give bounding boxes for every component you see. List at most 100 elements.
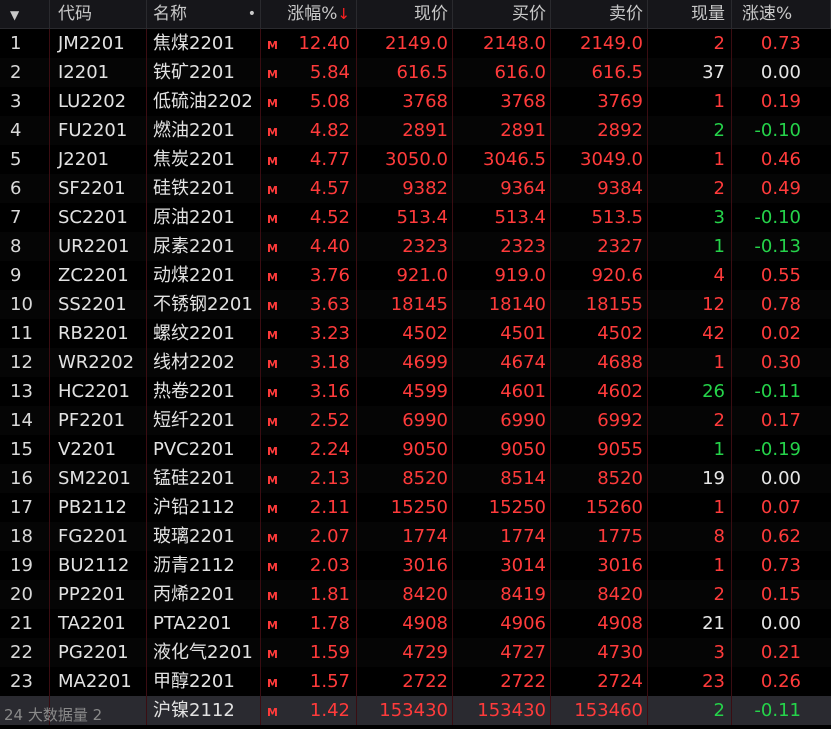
table-row[interactable]: 4 FU2201 燃油2201 M 4.82 2891 2891 2892 2 -0.10: [0, 116, 831, 145]
sort-desc-icon: ↓: [337, 5, 350, 23]
column-header-volume[interactable]: 现量: [648, 0, 732, 28]
table-row[interactable]: 12 WR2202 线材2202 M 3.18 4699 4674 4688 1 0.30: [0, 348, 831, 377]
table-row[interactable]: 14 PF2201 短纤2201 M 2.52 6990 6990 6992 2 0.17: [0, 406, 831, 435]
contract-code: SF2201: [50, 174, 147, 203]
column-header-speed[interactable]: 涨速%: [732, 0, 831, 28]
row-index: 20: [0, 580, 50, 609]
contract-name: 硅铁2201: [147, 174, 261, 203]
table-row[interactable]: 16 SM2201 锰硅2201 M 2.13 8520 8514 8520 19 0.00: [0, 464, 831, 493]
table-row[interactable]: 6 SF2201 硅铁2201 M 4.57 9382 9364 9384 2 0.49: [0, 174, 831, 203]
table-row[interactable]: 2 I2201 铁矿2201 M 5.84 616.5 616.0 616.5 37 0.00: [0, 58, 831, 87]
table-row[interactable]: 7 SC2201 原油2201 M 4.52 513.4 513.4 513.5 3 -0.10: [0, 203, 831, 232]
contract-code: TA2201: [50, 609, 147, 638]
margin-flag-icon: M: [267, 532, 278, 545]
table-row[interactable]: 15 V2201 PVC2201 M 2.24 9050 9050 9055 1 -0.19: [0, 435, 831, 464]
table-row[interactable]: 9 ZC2201 动煤2201 M 3.76 921.0 919.0 920.6 4 0.55: [0, 261, 831, 290]
contract-name: 低硫油2202: [147, 87, 261, 116]
change-pct: M 1.59: [261, 638, 357, 667]
column-header-code[interactable]: 代码: [50, 0, 147, 28]
ask-price: 513.5: [551, 203, 648, 232]
table-row[interactable]: 8 UR2201 尿素2201 M 4.40 2323 2323 2327 1 -0.13: [0, 232, 831, 261]
change-speed: 0.19: [760, 91, 801, 112]
ask-price: 4688: [551, 348, 648, 377]
table-row[interactable]: 13 HC2201 热卷2201 M 3.16 4599 4601 4602 26 -0.11: [0, 377, 831, 406]
change-pct-value: 1.78: [309, 613, 350, 634]
ask-price: 9384: [551, 174, 648, 203]
contract-code: RB2201: [50, 319, 147, 348]
ask-price: 8520: [551, 464, 648, 493]
table-row[interactable]: 18 FG2201 玻璃2201 M 2.07 1774 1774 1775 8 0.62: [0, 522, 831, 551]
table-row[interactable]: 23 MA2201 甲醇2201 M 1.57 2722 2722 2724 23 0.26: [0, 667, 831, 696]
column-header-bid[interactable]: 买价: [453, 0, 551, 28]
ask-price: 4602: [551, 377, 648, 406]
bid-price: 919.0: [453, 261, 551, 290]
bid-price: 3768: [453, 87, 551, 116]
change-pct: M 2.03: [261, 551, 357, 580]
column-header-ask[interactable]: 卖价: [551, 0, 648, 28]
last-price: 9382: [357, 174, 453, 203]
contract-code: SS2201: [50, 290, 147, 319]
margin-flag-icon: M: [267, 97, 278, 110]
change-speed: 0.00: [760, 62, 801, 83]
margin-flag-icon: M: [267, 590, 278, 603]
row-index: 4: [0, 116, 50, 145]
margin-flag-icon: M: [267, 68, 278, 81]
ask-price: 2892: [551, 116, 648, 145]
row-index: 5: [0, 145, 50, 174]
contract-name: 甲醇2201: [147, 667, 261, 696]
contract-code: WR2202: [50, 348, 147, 377]
row-index: 7: [0, 203, 50, 232]
bid-price: 18140: [453, 290, 551, 319]
change-pct: M 3.76: [261, 261, 357, 290]
table-row[interactable]: 11 RB2201 螺纹2201 M 3.23 4502 4501 4502 42 0.02: [0, 319, 831, 348]
table-row[interactable]: 1 JM2201 焦煤2201 M 12.40 2149.0 2148.0 2149.0 2 0.…: [0, 29, 831, 58]
ask-price: 3049.0: [551, 145, 648, 174]
volume: 2: [648, 580, 732, 609]
column-header-name[interactable]: 名称 •: [147, 0, 261, 28]
last-price: 8420: [357, 580, 453, 609]
table-row[interactable]: 17 PB2112 沪铅2112 M 2.11 15250 15250 15260 1 0.07: [0, 493, 831, 522]
margin-flag-icon: M: [267, 358, 278, 371]
table-row[interactable]: 10 SS2201 不锈钢2201 M 3.63 18145 18140 18155 12 0.7…: [0, 290, 831, 319]
column-header-change-pct[interactable]: 涨幅%↓: [261, 0, 357, 28]
contract-code: PF2201: [50, 406, 147, 435]
menu-caret-button[interactable]: ▼: [0, 0, 50, 28]
margin-flag-icon: M: [267, 416, 278, 429]
ask-price: 920.6: [551, 261, 648, 290]
change-pct: M 1.42: [261, 696, 357, 725]
contract-name: 丙烯2201: [147, 580, 261, 609]
bid-price: 8514: [453, 464, 551, 493]
table-row[interactable]: 19 BU2112 沥青2112 M 2.03 3016 3014 3016 1 0.73: [0, 551, 831, 580]
contract-name: 不锈钢2201: [147, 290, 261, 319]
row-index: 10: [0, 290, 50, 319]
last-price: 8520: [357, 464, 453, 493]
contract-code: PP2201: [50, 580, 147, 609]
table-row[interactable]: 20 PP2201 丙烯2201 M 1.81 8420 8419 8420 2 0.15: [0, 580, 831, 609]
margin-flag-icon: M: [267, 677, 278, 690]
ask-price: 6992: [551, 406, 648, 435]
ask-price: 8420: [551, 580, 648, 609]
table-row[interactable]: 21 TA2201 PTA2201 M 1.78 4908 4906 4908 21 0.00: [0, 609, 831, 638]
table-row[interactable]: 沪镍2112 M 1.42 153430 153430 153460 2 -0.11: [0, 696, 831, 725]
bid-price: 153430: [453, 696, 551, 725]
contract-name: 焦炭2201: [147, 145, 261, 174]
change-pct-value: 2.52: [309, 410, 350, 431]
change-pct-value: 4.40: [309, 236, 350, 257]
change-pct-value: 4.77: [309, 149, 350, 170]
table-row[interactable]: 22 PG2201 液化气2201 M 1.59 4729 4727 4730 3 0.21: [0, 638, 831, 667]
contract-code: PB2112: [50, 493, 147, 522]
volume: 1: [648, 348, 732, 377]
column-header-price[interactable]: 现价: [357, 0, 453, 28]
bid-price: 3014: [453, 551, 551, 580]
table-row[interactable]: 5 J2201 焦炭2201 M 4.77 3050.0 3046.5 3049.0 1 0.46: [0, 145, 831, 174]
overlay-label: 24 大数据量 2: [4, 706, 103, 724]
table-row[interactable]: 3 LU2202 低硫油2202 M 5.08 3768 3768 3769 1 0.19: [0, 87, 831, 116]
margin-flag-icon: M: [267, 242, 278, 255]
last-price: 1774: [357, 522, 453, 551]
change-pct-value: 1.57: [309, 671, 350, 692]
contract-code: FU2201: [50, 116, 147, 145]
volume: 2: [648, 29, 732, 58]
margin-flag-icon: M: [267, 619, 278, 632]
contract-name: 玻璃2201: [147, 522, 261, 551]
change-speed: -0.11: [754, 700, 801, 721]
